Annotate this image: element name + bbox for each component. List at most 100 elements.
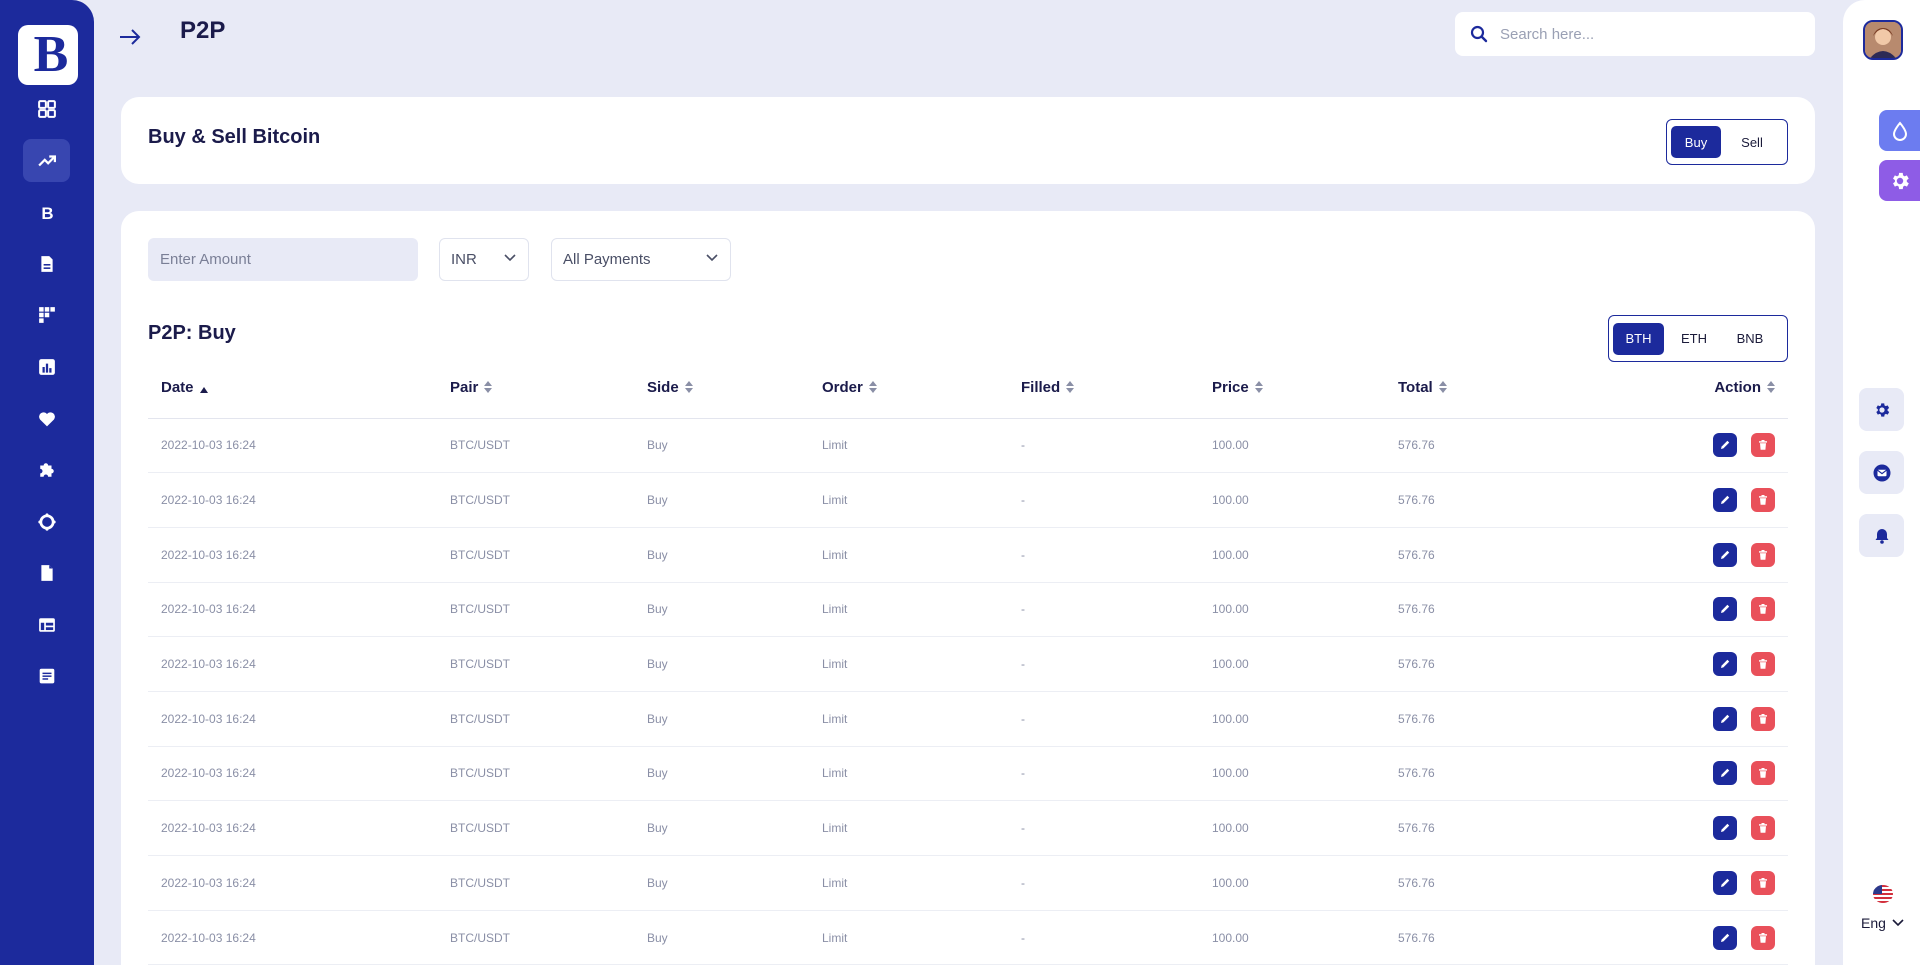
coin-tab-bth[interactable]: BTH (1613, 322, 1664, 355)
delete-button[interactable] (1751, 597, 1775, 622)
edit-button[interactable] (1713, 870, 1737, 895)
edit-button[interactable] (1713, 597, 1737, 622)
delete-button[interactable] (1751, 925, 1775, 950)
buy-sell-card: Buy & Sell Bitcoin Buy Sell (121, 97, 1815, 184)
payment-value: All Payments (563, 251, 651, 268)
logo-letter: B (33, 26, 69, 83)
cell-order: Limit (809, 691, 1008, 747)
cell-date: 2022-10-03 16:24 (148, 582, 437, 638)
sell-toggle-button[interactable]: Sell (1725, 126, 1779, 158)
sidebar-item-favorites[interactable] (23, 397, 70, 440)
cell-filled: - (1008, 910, 1199, 965)
table-row: 2022-10-03 16:24 BTC/USDT Buy Limit -100.00 5… (148, 800, 1788, 856)
col-action[interactable]: Action (1632, 358, 1788, 419)
settings-tab[interactable] (1879, 160, 1920, 201)
search-bar[interactable] (1455, 12, 1815, 56)
col-order-label: Order (822, 378, 863, 396)
payment-select[interactable]: All Payments (551, 238, 731, 281)
edit-button[interactable] (1713, 925, 1737, 950)
cell-side: Buy (634, 800, 809, 856)
sort-icon (1066, 380, 1075, 393)
sidebar-item-plugins[interactable] (23, 448, 70, 491)
cell-side: Buy (634, 636, 809, 692)
sidebar-item-documents[interactable] (23, 242, 70, 285)
delete-button[interactable] (1751, 816, 1775, 841)
sidebar-item-trading[interactable] (23, 139, 70, 182)
messages-button[interactable] (1859, 451, 1904, 494)
pencil-icon (1721, 823, 1730, 833)
delete-button[interactable] (1751, 761, 1775, 786)
sidebar-item-settings[interactable] (23, 500, 70, 543)
col-total[interactable]: Total (1385, 358, 1632, 419)
col-filled[interactable]: Filled (1008, 358, 1199, 419)
sidebar-item-dashboard[interactable] (23, 87, 70, 130)
trash-icon (1759, 877, 1767, 888)
cell-action (1632, 636, 1788, 692)
app-logo[interactable]: B (18, 25, 78, 85)
cell-order: Limit (809, 746, 1008, 802)
buy-sell-toggle: Buy Sell (1666, 119, 1788, 165)
delete-button[interactable] (1751, 433, 1775, 458)
pencil-icon (1721, 714, 1730, 723)
theme-tab[interactable] (1879, 110, 1920, 151)
col-order[interactable]: Order (809, 358, 1008, 419)
cell-total: 576.76 (1385, 910, 1632, 965)
col-price[interactable]: Price (1199, 358, 1385, 419)
edit-button[interactable] (1713, 816, 1737, 841)
edit-button[interactable] (1713, 433, 1737, 458)
coin-tab-bnb[interactable]: BNB (1724, 323, 1776, 355)
avatar[interactable] (1863, 20, 1903, 60)
language-selector[interactable]: Eng (1861, 915, 1904, 931)
sidebar-item-apps[interactable] (23, 293, 70, 336)
sidebar-item-files[interactable] (23, 551, 70, 594)
edit-button[interactable] (1713, 652, 1737, 677)
col-side[interactable]: Side (634, 358, 809, 419)
delete-button[interactable] (1751, 870, 1775, 895)
delete-button[interactable] (1751, 652, 1775, 677)
delete-button[interactable] (1751, 706, 1775, 731)
list-icon (39, 668, 54, 683)
edit-button[interactable] (1713, 761, 1737, 786)
cell-date: 2022-10-03 16:24 (148, 800, 437, 856)
coin-tab-eth[interactable]: ETH (1668, 323, 1720, 355)
cell-side: Buy (634, 472, 809, 528)
edit-button[interactable] (1713, 542, 1737, 567)
search-input[interactable] (1500, 25, 1790, 43)
table-row: 2022-10-03 16:24 BTC/USDT Buy Limit -100.00 5… (148, 582, 1788, 638)
cell-pair: BTC/USDT (437, 800, 634, 856)
edit-button[interactable] (1713, 706, 1737, 731)
notifications-button[interactable] (1859, 514, 1904, 557)
col-date[interactable]: Date (148, 358, 437, 419)
cell-side: Buy (634, 527, 809, 583)
cell-pair: BTC/USDT (437, 472, 634, 528)
col-total-label: Total (1398, 378, 1433, 396)
currency-select[interactable]: INR (439, 238, 529, 281)
settings-button[interactable] (1859, 388, 1904, 431)
sidebar-item-charts[interactable] (23, 345, 70, 388)
delete-button[interactable] (1751, 488, 1775, 513)
buy-toggle-button[interactable]: Buy (1671, 126, 1721, 158)
sidebar-item-reports[interactable] (23, 654, 70, 697)
grid-icon (38, 306, 55, 323)
currency-value: INR (451, 251, 477, 268)
cell-price: 100.00 (1199, 746, 1385, 802)
col-side-label: Side (647, 378, 679, 396)
col-pair[interactable]: Pair (437, 358, 634, 419)
cell-pair: BTC/USDT (437, 855, 634, 911)
arrow-right-icon[interactable] (117, 24, 143, 50)
amount-input[interactable] (148, 238, 418, 281)
cell-price: 100.00 (1199, 855, 1385, 911)
table-row: 2022-10-03 16:24 BTC/USDT Buy Limit -100.00 5… (148, 472, 1788, 528)
chevron-down-icon (1892, 919, 1904, 927)
cell-action (1632, 527, 1788, 583)
sidebar-item-bitcoin[interactable]: B (23, 190, 70, 233)
sidebar-item-tables[interactable] (23, 603, 70, 646)
cell-pair: BTC/USDT (437, 527, 634, 583)
cell-total: 576.76 (1385, 582, 1632, 638)
heart-icon (38, 411, 55, 426)
delete-button[interactable] (1751, 542, 1775, 567)
pencil-icon (1721, 550, 1730, 559)
edit-button[interactable] (1713, 488, 1737, 513)
cell-price: 100.00 (1199, 636, 1385, 692)
cell-date: 2022-10-03 16:24 (148, 527, 437, 583)
